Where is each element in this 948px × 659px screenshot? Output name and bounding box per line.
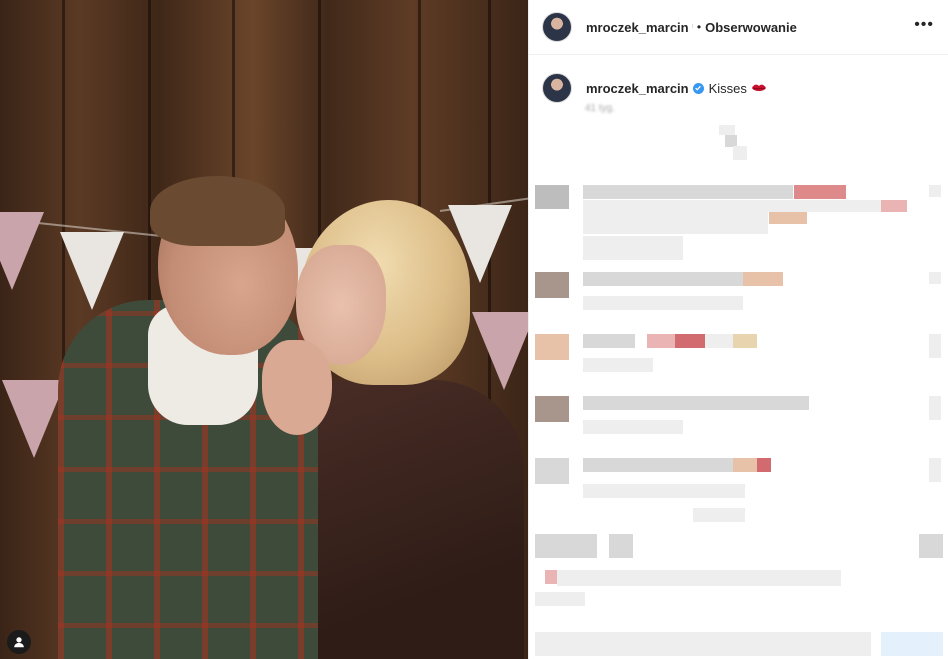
like-icon[interactable] <box>929 458 941 482</box>
blurred-emoji <box>769 212 807 224</box>
post-photo[interactable] <box>0 0 528 659</box>
blurred-emoji <box>705 334 733 348</box>
like-icon[interactable] <box>929 185 941 197</box>
blurred-emoji <box>675 334 705 348</box>
commenter-avatar[interactable] <box>535 334 569 360</box>
blurred-meta <box>583 296 743 310</box>
blurred-block <box>733 146 747 160</box>
man-hair <box>150 176 285 246</box>
verified-mark: ˡ <box>691 22 693 32</box>
avatar[interactable] <box>542 12 572 42</box>
action-icons[interactable] <box>535 534 597 558</box>
following-button[interactable]: Obserwowanie <box>705 20 797 35</box>
save-icon[interactable] <box>919 534 943 558</box>
blurred-comment <box>583 334 635 348</box>
blurred-meta <box>583 420 683 434</box>
blurred-comment <box>583 458 733 472</box>
blurred-emoji <box>733 458 757 472</box>
like-icon[interactable] <box>929 272 941 284</box>
caption-text: Kisses <box>708 80 747 96</box>
commenter-avatar[interactable] <box>535 272 569 298</box>
blurred-comment <box>583 272 743 286</box>
blurred-block <box>719 125 735 135</box>
bunting-flag <box>0 212 44 290</box>
man-hand <box>262 340 332 435</box>
kiss-lips-icon <box>751 84 766 91</box>
post-timestamp[interactable]: 41 tyg. <box>585 103 615 114</box>
avatar[interactable] <box>542 73 572 103</box>
blurred-comment <box>583 185 793 199</box>
post-comment-button[interactable] <box>881 632 943 656</box>
blurred-likes <box>557 570 841 586</box>
like-icon[interactable] <box>929 334 941 358</box>
blurred-comment <box>583 396 809 410</box>
bunting-flag <box>472 312 528 390</box>
commenter-avatar[interactable] <box>535 396 569 422</box>
blurred-date <box>535 592 585 606</box>
blurred-emoji <box>757 458 771 472</box>
blurred-comment <box>583 212 768 234</box>
separator-dot: • <box>696 20 702 34</box>
commenter-avatar[interactable] <box>535 458 569 484</box>
blurred-emoji <box>743 272 783 286</box>
instagram-post: mroczek_marcin ˡ • Obserwowanie ••• mroc… <box>0 0 948 659</box>
blurred-emoji <box>647 334 675 348</box>
person-tag-icon[interactable] <box>7 630 31 654</box>
blurred-emoji <box>545 570 557 584</box>
blurred-meta <box>583 358 653 372</box>
emoji-picker-icon[interactable] <box>535 632 571 656</box>
view-replies-link[interactable] <box>693 508 745 522</box>
like-icon[interactable] <box>929 396 941 420</box>
caption: mroczek_marcin Kisses <box>529 55 948 103</box>
post-sidebar: mroczek_marcin ˡ • Obserwowanie ••• mroc… <box>528 0 948 659</box>
header-username[interactable]: mroczek_marcin <box>586 20 689 35</box>
blurred-emoji <box>881 200 907 212</box>
blurred-comment <box>583 236 683 260</box>
blurred-emoji <box>733 334 757 348</box>
caption-username[interactable]: mroczek_marcin <box>586 81 689 96</box>
more-options-icon[interactable]: ••• <box>914 17 934 33</box>
blurred-meta <box>583 484 745 498</box>
blurred-comment <box>583 200 883 212</box>
blurred-emoji <box>794 185 846 199</box>
bunting-flag <box>60 232 124 310</box>
bunting-flag <box>2 380 66 458</box>
post-header: mroczek_marcin ˡ • Obserwowanie ••• <box>529 0 948 55</box>
verified-badge-icon <box>692 82 704 94</box>
comment-input[interactable] <box>571 632 871 656</box>
commenter-avatar[interactable] <box>535 185 569 209</box>
action-icon[interactable] <box>609 534 633 558</box>
